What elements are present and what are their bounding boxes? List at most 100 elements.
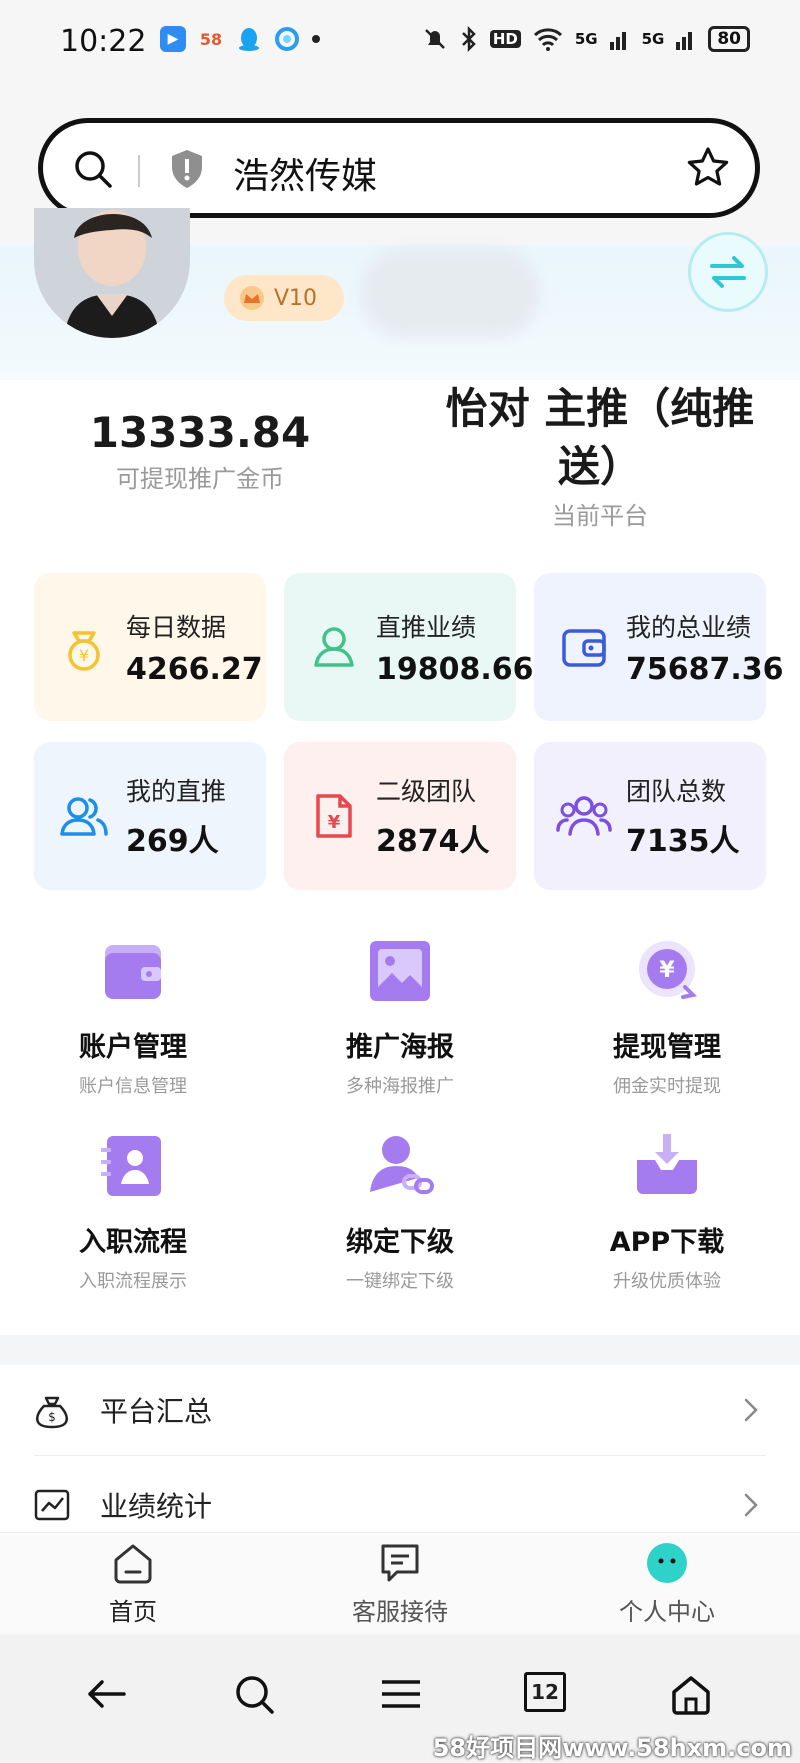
svg-text:¥: ¥ <box>328 812 341 833</box>
system-status-icons: HD 5G 5G 80 <box>422 26 750 52</box>
security-shield-icon[interactable] <box>167 147 207 191</box>
menu-title: APP下载 <box>609 1227 725 1258</box>
list-divider <box>34 1455 766 1456</box>
stat-label: 每日数据 <box>126 612 227 642</box>
watermark-text: 58好项目网www.58hxm.com <box>432 1734 792 1762</box>
tab-label: 客服接待 <box>352 1598 448 1626</box>
svg-text:¥: ¥ <box>79 646 89 665</box>
chart-icon <box>34 1489 70 1521</box>
tabs-count-button[interactable]: 12 <box>524 1672 566 1712</box>
user-outline-icon <box>306 619 362 675</box>
stat-value: 4266.27 <box>126 651 263 687</box>
back-arrow-icon[interactable] <box>84 1672 130 1716</box>
address-text[interactable]: 浩然传媒 <box>233 147 377 199</box>
address-bar[interactable]: 浩然传媒 <box>38 118 760 218</box>
app-blue-icon: ▶ <box>160 26 186 52</box>
menu-subtitle: 入职流程展示 <box>79 1271 187 1292</box>
stat-value: 2874人 <box>376 824 490 859</box>
menu-account-management[interactable]: 账户管理 账户信息管理 <box>0 935 266 1098</box>
platform-name: 怡对 主推（纯推送） <box>445 384 755 491</box>
stat-label: 我的直推 <box>126 777 227 806</box>
coins-label: 可提现推广金币 <box>116 465 284 493</box>
menu-promo-poster[interactable]: 推广海报 多种海报推广 <box>267 935 533 1098</box>
platform-summary: 怡对 主推（纯推送） 当前平台 <box>420 380 780 531</box>
app-58-icon: 58 <box>199 29 223 49</box>
menu-icon[interactable] <box>378 1672 424 1716</box>
menu-subtitle: 佣金实时提现 <box>613 1076 721 1097</box>
stat-value: 7135人 <box>626 824 740 859</box>
stat-card-team-total[interactable]: 团队总数 7135人 <box>534 742 766 890</box>
bind-user-icon <box>370 1136 434 1194</box>
vip-level: V10 <box>274 285 318 311</box>
stat-value: 75687.36 <box>626 651 784 687</box>
stat-value: 269人 <box>126 824 219 859</box>
bookmark-star-icon[interactable] <box>685 145 731 191</box>
signal-5g-1: 5G <box>574 30 598 48</box>
stat-label: 团队总数 <box>626 777 727 806</box>
search-icon[interactable] <box>71 147 115 191</box>
users-icon <box>56 788 112 844</box>
stat-card-my-direct[interactable]: 我的直推 269人 <box>34 742 266 890</box>
address-divider <box>138 155 140 187</box>
tab-customer-service[interactable]: 客服接待 <box>267 1540 533 1627</box>
menu-subtitle: 升级优质体验 <box>613 1271 721 1292</box>
status-time: 10:22 <box>60 24 147 59</box>
swap-arrows-icon <box>710 256 746 288</box>
signal-5g-2: 5G <box>641 30 665 48</box>
tab-profile[interactable]: 个人中心 <box>534 1540 800 1627</box>
stat-card-direct-performance[interactable]: 直推业绩 19808.66 <box>284 573 534 721</box>
hd-badge: HD <box>489 30 521 48</box>
home-nav-icon[interactable] <box>668 1672 714 1716</box>
more-dot-icon <box>312 35 320 43</box>
tab-home[interactable]: 首页 <box>0 1540 266 1627</box>
vip-badge: V10 <box>224 275 344 321</box>
menu-title: 入职流程 <box>79 1227 187 1258</box>
list-item-label: 平台汇总 <box>100 1395 213 1428</box>
stat-card-daily[interactable]: ¥ 每日数据 4266.27 <box>34 573 266 721</box>
bluetooth-icon <box>461 26 476 52</box>
stat-label: 二级团队 <box>376 777 477 806</box>
menu-bind-subordinate[interactable]: 绑定下级 一键绑定下级 <box>267 1130 533 1293</box>
money-sack-icon: $ <box>36 1396 68 1429</box>
search-nav-icon[interactable] <box>232 1672 278 1716</box>
battery-indicator: 80 <box>708 26 750 52</box>
menu-title: 提现管理 <box>613 1032 721 1063</box>
qq-icon <box>236 26 262 52</box>
menu-subtitle: 账户信息管理 <box>79 1076 187 1097</box>
menu-title: 绑定下级 <box>346 1227 454 1258</box>
menu-app-download[interactable]: APP下载 升级优质体验 <box>534 1130 800 1293</box>
chevron-right-icon <box>744 1398 758 1422</box>
coins-summary: 13333.84 可提现推广金币 <box>60 408 340 494</box>
group-icon <box>556 788 612 844</box>
yuan-doc-icon: ¥ <box>306 788 362 844</box>
money-bag-icon: ¥ <box>56 619 112 675</box>
home-tab-icon <box>114 1544 152 1584</box>
menu-subtitle: 多种海报推广 <box>346 1076 454 1097</box>
chevron-right-icon <box>744 1493 758 1517</box>
stat-card-second-team[interactable]: ¥ 二级团队 2874人 <box>284 742 516 890</box>
menu-onboarding-process[interactable]: 入职流程 入职流程展示 <box>0 1130 266 1293</box>
stat-card-total-performance[interactable]: 我的总业绩 75687.36 <box>534 573 784 721</box>
withdraw-icon: ¥ <box>639 941 698 999</box>
crown-icon <box>240 286 264 310</box>
blurred-username <box>360 248 540 338</box>
signal-bars-icon <box>676 32 693 50</box>
browser-app-icon <box>274 26 300 52</box>
menu-withdraw-management[interactable]: ¥ 提现管理 佣金实时提现 <box>534 935 800 1098</box>
profile-face-icon <box>647 1543 687 1583</box>
mute-bell-icon <box>424 29 445 49</box>
stat-label: 直推业绩 <box>376 612 477 642</box>
wallet-icon <box>556 619 612 675</box>
menu-title: 推广海报 <box>346 1032 454 1063</box>
menu-subtitle: 一键绑定下级 <box>346 1271 454 1292</box>
menu-title: 账户管理 <box>79 1032 187 1063</box>
list-item-label: 业绩统计 <box>100 1490 213 1523</box>
signal-bars-icon <box>609 32 626 50</box>
wifi-icon <box>533 28 562 51</box>
wallet-purple-icon <box>105 945 161 999</box>
switch-account-button[interactable] <box>688 232 768 312</box>
list-item-platform-summary[interactable]: $ 平台汇总 <box>0 1365 800 1455</box>
id-card-icon <box>101 1136 161 1196</box>
coins-value: 13333.84 <box>89 408 311 457</box>
tab-label: 首页 <box>109 1598 157 1626</box>
